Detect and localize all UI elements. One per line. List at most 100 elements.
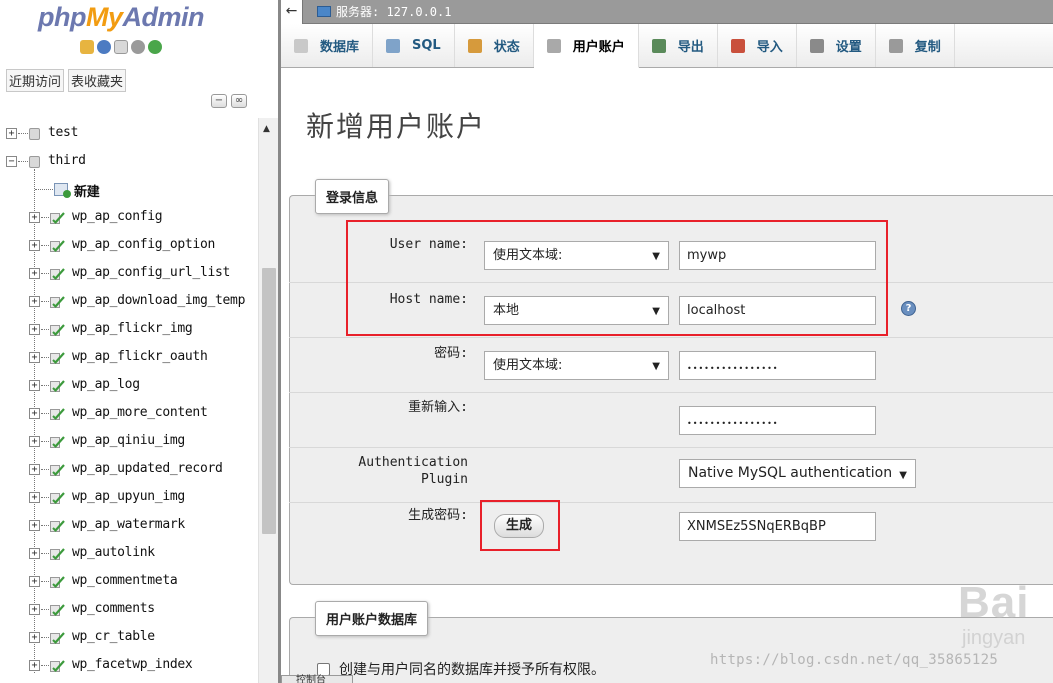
table-name[interactable]: wp_ap_config_option [72, 237, 215, 252]
table-icon[interactable] [50, 211, 67, 225]
table-tree-item[interactable]: + wp_ap_flickr_img [0, 316, 258, 344]
tab-database[interactable]: 数据库 [281, 24, 374, 67]
database-tree-item[interactable]: − third [0, 148, 258, 176]
expand-icon[interactable]: + [29, 604, 40, 615]
table-tree-item[interactable]: + wp_ap_config_url_list [0, 260, 258, 288]
expand-icon[interactable]: + [29, 408, 40, 419]
table-tree-item[interactable]: + wp_autolink [0, 540, 258, 568]
table-icon[interactable] [50, 323, 67, 337]
table-tree-item[interactable]: + wp_cr_table [0, 624, 258, 652]
collapse-all-button[interactable]: − [211, 94, 227, 108]
nav-scrollbar-thumb[interactable] [262, 268, 276, 534]
table-name[interactable]: wp_ap_flickr_oauth [72, 349, 208, 364]
tab-replicate[interactable]: 复制 [876, 24, 955, 67]
expand-icon[interactable]: + [29, 520, 40, 531]
table-tree-item[interactable]: + wp_ap_config [0, 204, 258, 232]
password-input[interactable]: •••••••••••••••• [679, 351, 876, 380]
table-icon[interactable] [50, 407, 67, 421]
back-arrow-icon[interactable]: ← [281, 0, 303, 24]
table-tree-item[interactable]: + wp_ap_config_option [0, 232, 258, 260]
tab-status[interactable]: 状态 [455, 24, 534, 67]
table-tree-item[interactable]: + wp_ap_upyun_img [0, 484, 258, 512]
table-icon[interactable] [50, 519, 67, 533]
tab-users[interactable]: 用户账户 [533, 24, 639, 68]
table-name[interactable]: wp_ap_config_url_list [72, 265, 230, 280]
expand-icon[interactable]: + [6, 128, 17, 139]
table-icon[interactable] [50, 659, 67, 673]
database-name[interactable]: test [48, 125, 78, 140]
table-name[interactable]: wp_autolink [72, 545, 155, 560]
expand-icon[interactable]: + [29, 660, 40, 671]
create-database-checkbox[interactable] [317, 662, 330, 676]
link-with-main-button[interactable]: ∞ [231, 94, 247, 108]
expand-icon[interactable]: + [29, 632, 40, 643]
favorite-tables-link[interactable]: 表收藏夹 [68, 69, 127, 92]
auth-plugin-select[interactable]: Native MySQL authentication ▼ [679, 459, 916, 488]
table-tree-item[interactable]: + wp_ap_updated_record [0, 456, 258, 484]
expand-icon[interactable]: + [29, 268, 40, 279]
table-tree-item[interactable]: + wp_comments [0, 596, 258, 624]
retype-password-input[interactable]: •••••••••••••••• [679, 406, 876, 435]
table-icon[interactable] [50, 239, 67, 253]
docs-icon[interactable] [114, 40, 128, 54]
expand-icon[interactable]: + [29, 212, 40, 223]
expand-icon[interactable]: + [29, 548, 40, 559]
table-name[interactable]: wp_ap_config [72, 209, 163, 224]
table-tree-item[interactable]: + wp_commentmeta [0, 568, 258, 596]
expand-icon[interactable]: + [29, 240, 40, 251]
table-icon[interactable] [50, 379, 67, 393]
new-table-label[interactable]: 新建 [74, 181, 100, 200]
tab-import[interactable]: 导入 [718, 24, 797, 67]
help-icon[interactable]: ? [901, 301, 916, 316]
logout-icon[interactable] [97, 40, 111, 54]
table-name[interactable]: wp_ap_more_content [72, 405, 208, 420]
expand-icon[interactable]: + [29, 380, 40, 391]
reload-icon[interactable] [148, 40, 162, 54]
database-tree-item[interactable]: + test [0, 120, 258, 148]
recent-tables-link[interactable]: 近期访问 [6, 69, 65, 92]
nav-resize-handle[interactable] [278, 0, 281, 683]
tab-wrench[interactable]: 设置 [797, 24, 876, 67]
table-name[interactable]: wp_commentmeta [72, 573, 178, 588]
nav-scrollbar[interactable]: ▲ [258, 118, 278, 683]
table-icon[interactable] [50, 547, 67, 561]
table-name[interactable]: wp_ap_download_img_temp [72, 293, 245, 308]
table-tree-item[interactable]: + wp_ap_more_content [0, 400, 258, 428]
table-icon[interactable] [50, 295, 67, 309]
table-tree-item[interactable]: + wp_facetwp_index [0, 652, 258, 680]
expand-icon[interactable]: + [29, 296, 40, 307]
collapse-icon[interactable]: − [6, 156, 17, 167]
table-icon[interactable] [50, 435, 67, 449]
table-name[interactable]: wp_comments [72, 601, 155, 616]
table-icon[interactable] [50, 267, 67, 281]
table-icon[interactable] [50, 603, 67, 617]
table-tree-item[interactable]: + wp_ap_download_img_temp [0, 288, 258, 316]
server-breadcrumb[interactable]: 服务器: 127.0.0.1 [336, 3, 451, 20]
console-toggle[interactable]: 控制台 [281, 675, 353, 683]
table-icon[interactable] [50, 351, 67, 365]
table-tree-item[interactable]: + wp_ap_qiniu_img [0, 428, 258, 456]
database-name[interactable]: third [48, 153, 86, 168]
expand-icon[interactable]: + [29, 576, 40, 587]
table-name[interactable]: wp_ap_watermark [72, 517, 185, 532]
table-tree-item[interactable]: + wp_ap_flickr_oauth [0, 344, 258, 372]
expand-icon[interactable]: + [29, 352, 40, 363]
table-tree-item[interactable]: + wp_ap_log [0, 372, 258, 400]
password-type-select[interactable]: 使用文本域: ▼ [484, 351, 669, 380]
table-name[interactable]: wp_ap_upyun_img [72, 489, 185, 504]
table-icon[interactable] [50, 463, 67, 477]
expand-icon[interactable]: + [29, 324, 40, 335]
table-name[interactable]: wp_facetwp_index [72, 657, 193, 672]
table-icon[interactable] [50, 491, 67, 505]
table-name[interactable]: wp_ap_flickr_img [72, 321, 193, 336]
home-icon[interactable] [80, 40, 94, 54]
table-name[interactable]: wp_ap_updated_record [72, 461, 223, 476]
settings-icon[interactable] [131, 40, 145, 54]
create-database-option[interactable]: 创建与用户同名的数据库并授予所有权限。 [317, 659, 605, 679]
expand-icon[interactable]: + [29, 436, 40, 447]
table-icon[interactable] [50, 631, 67, 645]
table-tree-item[interactable]: + wp_ap_watermark [0, 512, 258, 540]
table-name[interactable]: wp_ap_qiniu_img [72, 433, 185, 448]
table-name[interactable]: wp_cr_table [72, 629, 155, 644]
tab-sql[interactable]: SQL [373, 24, 455, 67]
